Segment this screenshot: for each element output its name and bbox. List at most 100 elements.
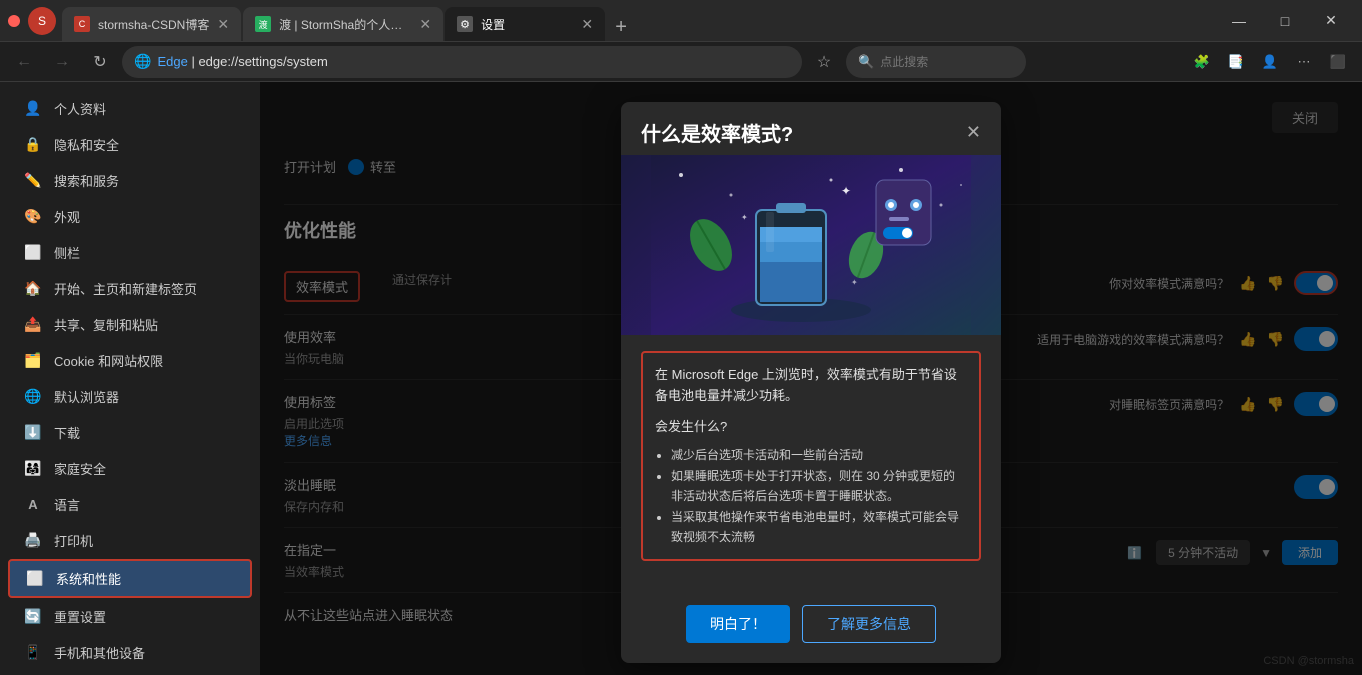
address-brand: Edge [157,54,187,69]
sidebar-item-family[interactable]: 👨‍👩‍👧 家庭安全 [8,451,252,486]
collections-icon[interactable]: 📑 [1220,46,1252,78]
modal-title: 什么是效率模式? [641,118,793,147]
address-bar-row: ← → ↻ 🌐 Edge | edge://settings/system ☆ … [0,42,1362,82]
tab-icon-settings: ⚙ [457,16,473,32]
window-close-button[interactable]: ✕ [1308,5,1354,37]
tab-close-settings[interactable]: ✕ [581,16,593,33]
tab-label-csdn: stormsha-CSDN博客 [98,16,209,33]
sidebar-item-reset[interactable]: 🔄 重置设置 [8,599,252,634]
sidebar-label-profile: 个人资料 [54,99,106,118]
user-icon[interactable]: 👤 [1254,46,1286,78]
modal-dialog: 什么是效率模式? ✕ [621,102,1001,663]
sidebar-item-appearance[interactable]: 🎨 外观 [8,199,252,234]
address-bar[interactable]: 🌐 Edge | edge://settings/system [122,46,802,78]
svg-text:✦: ✦ [741,213,748,222]
profile-avatar[interactable]: S [28,7,56,35]
profile-icon: 👤 [24,100,42,118]
sidebar-item-printer[interactable]: 🖨️ 打印机 [8,523,252,558]
sidebar-label-privacy: 隐私和安全 [54,135,119,154]
bullet-item-2: 如果睡眠选项卡处于打开状态，则在 30 分钟或更短的非活动状态后将后台选项卡置于… [671,466,967,507]
window-buttons: — □ ✕ [1216,5,1354,37]
sidebar-item-downloads[interactable]: ⬇️ 下载 [8,415,252,450]
sidebar-label-language: 语言 [54,495,80,514]
modal-svg-illustration: ✦ ✦ ✦ [651,155,971,335]
bullet-item-1: 减少后台选项卡活动和一些前台活动 [671,445,967,465]
edge-logo-icon: 🌐 [134,53,151,70]
tab-settings[interactable]: ⚙ 设置 ✕ [445,7,605,41]
tab-csdn[interactable]: C stormsha-CSDN博客 ✕ [62,7,241,41]
toolbar-icons: 🧩 📑 👤 ⋯ ⬛ [1186,46,1354,78]
sidebar-label-sidepanel: 侧栏 [54,243,80,262]
settings-more-icon[interactable]: ⋯ [1288,46,1320,78]
tab-label-settings: 设置 [481,16,573,33]
sidebar-item-mobile[interactable]: 📱 手机和其他设备 [8,635,252,670]
tab-icon-csdn: C [74,16,90,32]
sidebar-item-default-browser[interactable]: 🌐 默认浏览器 [8,379,252,414]
mobile-icon: 📱 [24,644,42,662]
sidebar-label-default-browser: 默认浏览器 [54,387,119,406]
sidebar-item-profile[interactable]: 👤 个人资料 [8,91,252,126]
family-icon: 👨‍👩‍👧 [24,460,42,478]
sidebar-item-cookies[interactable]: 🗂️ Cookie 和网站权限 [8,343,252,378]
sidepanel-icon: ⬜ [24,244,42,262]
address-text: Edge | edge://settings/system [157,54,790,69]
sidebar-item-startup[interactable]: 🏠 开始、主页和新建标签页 [8,271,252,306]
system-icon: ⬜ [26,570,44,588]
main-layout: 👤 个人资料 🔒 隐私和安全 ✏️ 搜索和服务 🎨 外观 ⬜ 侧栏 🏠 开始、主… [0,82,1362,675]
printer-icon: 🖨️ [24,532,42,550]
modal-bullets-list: 减少后台选项卡活动和一些前台活动 如果睡眠选项卡处于打开状态，则在 30 分钟或… [655,445,967,547]
appearance-icon: 🎨 [24,208,42,226]
modal-overlay: 什么是效率模式? ✕ [260,82,1362,675]
sidebar-item-privacy[interactable]: 🔒 隐私和安全 [8,127,252,162]
learn-more-button[interactable]: 了解更多信息 [802,605,936,643]
star-button[interactable]: ☆ [808,46,840,78]
language-icon: A [24,496,42,514]
downloads-icon: ⬇️ [24,424,42,442]
tab-icon-blog: 渡 [255,16,271,32]
sidebar-label-appearance: 外观 [54,207,80,226]
tab-close-blog[interactable]: ✕ [419,16,431,33]
win-close-btn[interactable] [8,15,20,27]
address-protocol: edge:// [198,54,238,69]
modal-header: 什么是效率模式? ✕ [621,102,1001,155]
refresh-button[interactable]: ↻ [84,46,116,78]
tabs-area: C stormsha-CSDN博客 ✕ 渡 渡 | StormSha的个人博客 … [62,0,1216,41]
sidebar-item-system[interactable]: ⬜ 系统和性能 [8,559,252,598]
maximize-button[interactable]: □ [1262,5,1308,37]
sidebar-label-cookies: Cookie 和网站权限 [54,351,163,370]
tab-label-blog: 渡 | StormSha的个人博客 [279,16,411,33]
content-area: 关闭 打开计划 转至 优化性能 效率模式 通过保存计 [260,82,1362,675]
default-browser-icon: 🌐 [24,388,42,406]
sidebar-label-system: 系统和性能 [56,569,121,588]
sidebar-item-search[interactable]: ✏️ 搜索和服务 [8,163,252,198]
sidebar-item-share[interactable]: 📤 共享、复制和粘贴 [8,307,252,342]
sidebar-item-accessibility[interactable]: ♿ 辅助功能 [8,671,252,675]
startup-icon: 🏠 [24,280,42,298]
browser-chrome: S C stormsha-CSDN博客 ✕ 渡 渡 | StormSha的个人博… [0,0,1362,42]
tab-close-csdn[interactable]: ✕ [217,16,229,33]
tab-blog[interactable]: 渡 渡 | StormSha的个人博客 ✕ [243,7,443,41]
search-placeholder: 点此搜索 [880,53,928,70]
sidebar-label-share: 共享、复制和粘贴 [54,315,158,334]
sidebar: 👤 个人资料 🔒 隐私和安全 ✏️ 搜索和服务 🎨 外观 ⬜ 侧栏 🏠 开始、主… [0,82,260,675]
minimize-button[interactable]: — [1216,5,1262,37]
ok-button[interactable]: 明白了！ [686,605,790,643]
back-button[interactable]: ← [8,46,40,78]
sidebar-toggle-icon[interactable]: ⬛ [1322,46,1354,78]
sidebar-item-sidepanel[interactable]: ⬜ 侧栏 [8,235,252,270]
new-tab-button[interactable]: + [607,13,635,41]
search-services-icon: ✏️ [24,172,42,190]
svg-text:✦: ✦ [841,184,851,198]
search-box[interactable]: 🔍 点此搜索 [846,46,1026,78]
sidebar-item-language[interactable]: A 语言 [8,487,252,522]
modal-intro: 在 Microsoft Edge 上浏览时，效率模式有助于节省设备电池电量并减少… [655,365,967,407]
forward-button[interactable]: → [46,46,78,78]
share-icon: 📤 [24,316,42,334]
modal-close-button[interactable]: ✕ [966,122,981,143]
sidebar-label-search: 搜索和服务 [54,171,119,190]
extensions-icon[interactable]: 🧩 [1186,46,1218,78]
sidebar-label-reset: 重置设置 [54,607,106,626]
privacy-icon: 🔒 [24,136,42,154]
modal-actions: 明白了！ 了解更多信息 [621,593,1001,663]
search-icon: 🔍 [858,54,874,70]
